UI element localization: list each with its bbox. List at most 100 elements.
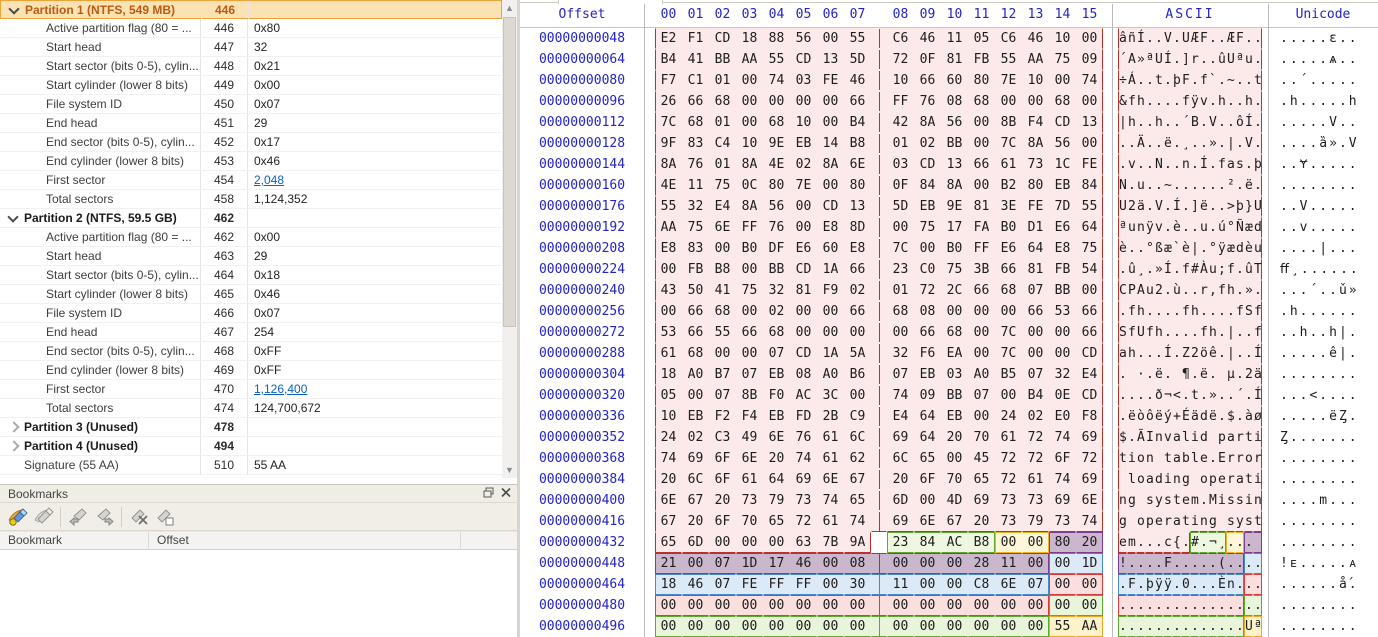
ascii-char-cell[interactable]: . bbox=[1235, 616, 1244, 637]
hex-byte-cell[interactable]: C8 bbox=[968, 574, 995, 595]
ascii-char-cell[interactable]: ¸ bbox=[1136, 259, 1145, 280]
ascii-char-cell[interactable]: . bbox=[1190, 217, 1199, 238]
ascii-char-cell[interactable]: . bbox=[1118, 385, 1127, 406]
hex-byte-cell[interactable]: 00 bbox=[968, 301, 995, 322]
ascii-char-cell[interactable]: . bbox=[1217, 322, 1226, 343]
hex-byte-cell[interactable]: 68 bbox=[709, 301, 736, 322]
hex-byte-cell[interactable]: 00 bbox=[914, 574, 941, 595]
hex-byte-cell[interactable]: 68 bbox=[968, 91, 995, 112]
ascii-char-cell[interactable]: ú bbox=[1217, 217, 1226, 238]
hex-byte-cell[interactable]: 61 bbox=[995, 427, 1022, 448]
ascii-char-cell[interactable]: ë bbox=[1154, 406, 1163, 427]
ascii-char-cell[interactable]: h bbox=[1226, 280, 1235, 301]
ascii-char-cell[interactable]: . bbox=[1190, 364, 1199, 385]
hex-byte-cell[interactable]: 00 bbox=[1049, 322, 1076, 343]
ascii-char-cell[interactable]: . bbox=[1226, 112, 1235, 133]
tree-row[interactable]: Start head44732 bbox=[0, 38, 502, 57]
hex-byte-cell[interactable]: 32 bbox=[763, 280, 790, 301]
ascii-char-cell[interactable]: . bbox=[1136, 595, 1145, 616]
ascii-char-cell[interactable] bbox=[1190, 469, 1199, 490]
hex-byte-cell[interactable]: 69 bbox=[887, 427, 914, 448]
hex-byte-cell[interactable]: 00 bbox=[844, 322, 871, 343]
hex-byte-cell[interactable]: 32 bbox=[1049, 364, 1076, 385]
hex-byte-cell[interactable]: 07 bbox=[709, 385, 736, 406]
hex-byte-cell[interactable]: 01 bbox=[709, 70, 736, 91]
ascii-char-cell[interactable]: p bbox=[1217, 427, 1226, 448]
ascii-char-cell[interactable]: . bbox=[1199, 532, 1208, 553]
hex-byte-cell[interactable]: 67 bbox=[655, 511, 682, 532]
ascii-char-cell[interactable]: m bbox=[1190, 490, 1199, 511]
hex-byte-cell[interactable]: FE bbox=[817, 70, 844, 91]
ascii-char-cell[interactable]: t bbox=[1190, 385, 1199, 406]
ascii-char-cell[interactable]: a bbox=[1118, 343, 1127, 364]
hex-byte-cell[interactable]: 00 bbox=[817, 91, 844, 112]
ascii-char-cell[interactable]: $ bbox=[1226, 406, 1235, 427]
hex-byte-cell[interactable]: 67 bbox=[941, 511, 968, 532]
ascii-char-cell[interactable]: t bbox=[1244, 427, 1253, 448]
hex-byte-cell[interactable]: E6 bbox=[1049, 217, 1076, 238]
ascii-char-cell[interactable]: . bbox=[1253, 553, 1262, 574]
hex-byte-cell[interactable]: 65 bbox=[844, 490, 871, 511]
ascii-char-cell[interactable]: g bbox=[1127, 490, 1136, 511]
hex-byte-cell[interactable]: 08 bbox=[790, 364, 817, 385]
ascii-char-cell[interactable]: F bbox=[1235, 28, 1244, 49]
hex-byte-cell[interactable]: 66 bbox=[995, 259, 1022, 280]
remove-bookmark-button[interactable] bbox=[126, 505, 152, 529]
chevron-right-icon[interactable] bbox=[8, 421, 19, 432]
ascii-char-cell[interactable]: ð bbox=[1154, 385, 1163, 406]
ascii-char-cell[interactable]: . bbox=[1163, 616, 1172, 637]
hex-byte-cell[interactable]: FD bbox=[790, 406, 817, 427]
hex-byte-cell[interactable]: 56 bbox=[763, 196, 790, 217]
tree-row[interactable]: End head45129 bbox=[0, 114, 502, 133]
hex-byte-cell[interactable]: 66 bbox=[682, 322, 709, 343]
ascii-char-cell[interactable]: . bbox=[1199, 616, 1208, 637]
ascii-char-cell[interactable]: . bbox=[1217, 112, 1226, 133]
ascii-char-cell[interactable]: ë bbox=[1199, 364, 1208, 385]
ascii-char-cell[interactable]: h bbox=[1244, 91, 1253, 112]
ascii-char-cell[interactable]: . bbox=[1172, 112, 1181, 133]
ascii-char-cell[interactable]: » bbox=[1244, 280, 1253, 301]
hex-byte-cell[interactable]: 00 bbox=[790, 301, 817, 322]
ascii-char-cell[interactable]: . bbox=[1163, 154, 1172, 175]
ascii-char-cell[interactable]: & bbox=[1118, 91, 1127, 112]
hex-byte-cell[interactable]: EB bbox=[914, 364, 941, 385]
ascii-char-cell[interactable]: . bbox=[1172, 28, 1181, 49]
ascii-char-cell[interactable]: s bbox=[1235, 154, 1244, 175]
ascii-char-cell[interactable]: . bbox=[1181, 616, 1190, 637]
tree-row[interactable]: Partition 3 (Unused)478 bbox=[0, 418, 502, 437]
hex-byte-cell[interactable]: 7E bbox=[790, 175, 817, 196]
hex-byte-cell[interactable]: 0F bbox=[914, 49, 941, 70]
hex-byte-cell[interactable]: 17 bbox=[763, 553, 790, 574]
ascii-char-cell[interactable]: ö bbox=[1199, 343, 1208, 364]
ascii-char-cell[interactable]: r bbox=[1235, 427, 1244, 448]
hex-byte-cell[interactable]: 80 bbox=[844, 175, 871, 196]
ascii-char-cell[interactable]: ë bbox=[1163, 133, 1172, 154]
scroll-up-icon[interactable]: ▲ bbox=[502, 0, 517, 16]
ascii-char-cell[interactable]: . bbox=[1235, 322, 1244, 343]
ascii-char-cell[interactable]: . bbox=[1244, 343, 1253, 364]
ascii-char-cell[interactable]: Ä bbox=[1136, 133, 1145, 154]
hex-byte-cell[interactable]: 02 bbox=[763, 301, 790, 322]
hex-byte-cell[interactable]: 68 bbox=[709, 91, 736, 112]
ascii-char-cell[interactable]: o bbox=[1136, 511, 1145, 532]
ascii-char-cell[interactable]: e bbox=[1181, 490, 1190, 511]
hex-byte-cell[interactable]: 5D bbox=[887, 196, 914, 217]
ascii-char-cell[interactable]: ] bbox=[1181, 49, 1190, 70]
hex-byte-cell[interactable]: CD bbox=[1076, 343, 1103, 364]
hex-byte-cell[interactable]: 2B bbox=[817, 406, 844, 427]
ascii-char-cell[interactable]: . bbox=[1172, 343, 1181, 364]
ascii-char-cell[interactable]: a bbox=[1172, 448, 1181, 469]
hex-byte-cell[interactable]: AC bbox=[941, 532, 968, 553]
tree-row[interactable]: Total sectors474124,700,672 bbox=[0, 399, 502, 418]
hex-byte-cell[interactable]: 67 bbox=[844, 469, 871, 490]
hex-byte-cell[interactable]: 00 bbox=[1049, 574, 1076, 595]
hex-byte-cell[interactable]: 6E bbox=[655, 490, 682, 511]
hex-byte-cell[interactable]: A0 bbox=[682, 364, 709, 385]
hex-byte-cell[interactable]: 00 bbox=[817, 112, 844, 133]
ascii-char-cell[interactable]: . bbox=[1154, 532, 1163, 553]
ascii-char-cell[interactable]: . bbox=[1217, 616, 1226, 637]
ascii-char-cell[interactable] bbox=[1154, 448, 1163, 469]
tree-row[interactable]: End head467254 bbox=[0, 323, 502, 342]
ascii-char-cell[interactable]: . bbox=[1163, 280, 1172, 301]
ascii-char-cell[interactable]: h bbox=[1217, 91, 1226, 112]
